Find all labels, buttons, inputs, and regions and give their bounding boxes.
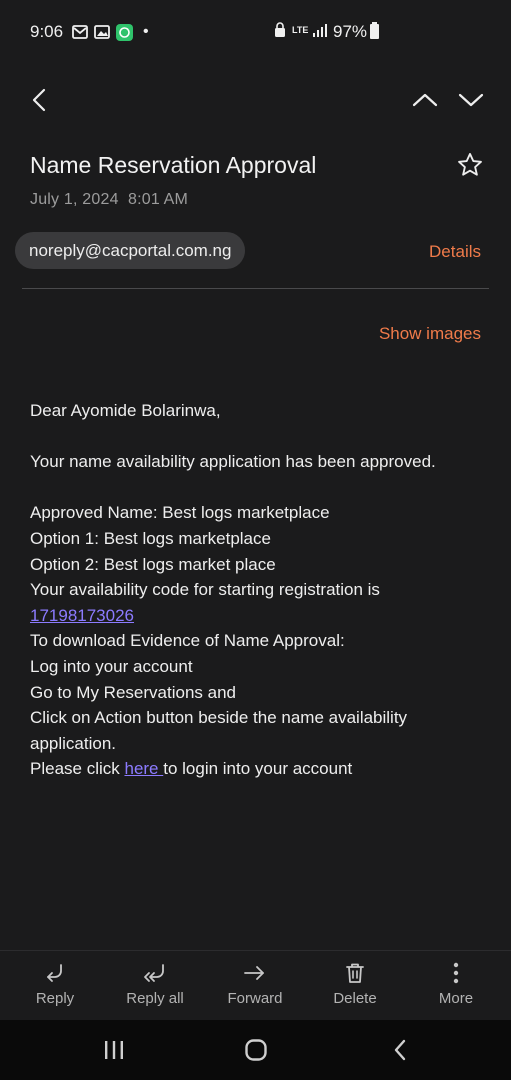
details-link[interactable]: Details [429, 242, 481, 262]
recent-apps-button[interactable] [94, 1034, 134, 1066]
step-1: Log into your account [30, 656, 193, 676]
show-images-link[interactable]: Show images [379, 324, 481, 344]
sender-chip[interactable]: noreply@cacportal.com.ng [15, 232, 246, 269]
star-button[interactable] [456, 151, 484, 184]
previous-email-button[interactable] [408, 78, 442, 122]
login-line: Please click here to login into your acc… [30, 756, 490, 782]
more-label: More [438, 990, 474, 1007]
status-time: 9:06 [30, 22, 64, 41]
chat-app-notification-icon [116, 23, 133, 41]
step-2: Go to My Reservations and [30, 682, 236, 702]
email-body: Dear Ayomide Bolarinwa, Your name availa… [30, 398, 490, 782]
home-button[interactable] [236, 1034, 276, 1066]
approved-name: Approved Name: Best logs marketplace [30, 503, 330, 523]
chevron-down-icon [458, 93, 484, 107]
step-3a: Click on Action button beside the name a… [30, 708, 408, 728]
download-intro: To download Evidence of Name Approval: [30, 631, 345, 651]
mail-notification-icon [72, 25, 88, 39]
battery-icon [370, 22, 379, 39]
login-here-link[interactable]: here [124, 759, 163, 778]
email-action-bar: Reply Reply all Forward Delete More [0, 950, 511, 1020]
forward-icon [244, 966, 264, 980]
forward-button[interactable]: Forward [205, 961, 305, 1007]
step-3b: application. [30, 733, 117, 753]
more-notifications-dot: • [143, 23, 149, 40]
reply-icon [47, 964, 62, 982]
more-button[interactable]: More [406, 961, 506, 1007]
trash-icon [346, 963, 364, 983]
click-suffix: to login into your account [163, 759, 353, 779]
system-nav-bar [0, 1020, 511, 1080]
option-2: Option 2: Best logs market place [30, 554, 276, 574]
email-top-nav [0, 78, 511, 124]
reply-all-button[interactable]: Reply all [105, 961, 205, 1007]
back-button[interactable] [22, 78, 56, 122]
system-back-button[interactable] [380, 1034, 420, 1066]
status-bar: 9:06 • LTE 97% [0, 0, 511, 64]
click-prefix: Please click [30, 759, 125, 779]
sender-address: noreply@cacportal.com.ng [29, 240, 232, 260]
more-vertical-icon [453, 962, 459, 984]
header-divider [22, 288, 489, 289]
option-1: Option 1: Best logs marketplace [30, 528, 271, 548]
chevron-up-icon [412, 93, 438, 107]
forward-label: Forward [227, 990, 283, 1007]
signal-icon [313, 24, 327, 37]
next-email-button[interactable] [454, 78, 488, 122]
email-date: July 1, 2024 8:01 AM [30, 191, 189, 208]
delete-button[interactable]: Delete [305, 961, 405, 1007]
notification-icons: • [72, 23, 149, 41]
reply-button[interactable]: Reply [5, 961, 105, 1007]
code-intro: Your availability code for starting regi… [30, 580, 380, 600]
email-subject: Name Reservation Approval [30, 152, 317, 178]
gallery-notification-icon [94, 25, 110, 39]
delete-label: Delete [333, 990, 377, 1007]
approved-line: Your name availability application has b… [30, 452, 436, 472]
lock-icon [275, 22, 285, 37]
greeting: Dear Ayomide Bolarinwa, [30, 401, 221, 420]
back-arrow-icon [32, 88, 46, 112]
network-type: LTE [292, 24, 309, 35]
reply-all-icon [144, 964, 164, 982]
home-icon [245, 1039, 267, 1061]
availability-code-link[interactable]: 17198173026 [30, 606, 134, 625]
reply-all-label: Reply all [126, 990, 184, 1007]
system-back-icon [394, 1039, 406, 1061]
battery-percent: 97% [333, 22, 368, 41]
star-icon [458, 152, 482, 176]
recent-apps-icon [105, 1041, 123, 1059]
reply-label: Reply [35, 990, 75, 1007]
